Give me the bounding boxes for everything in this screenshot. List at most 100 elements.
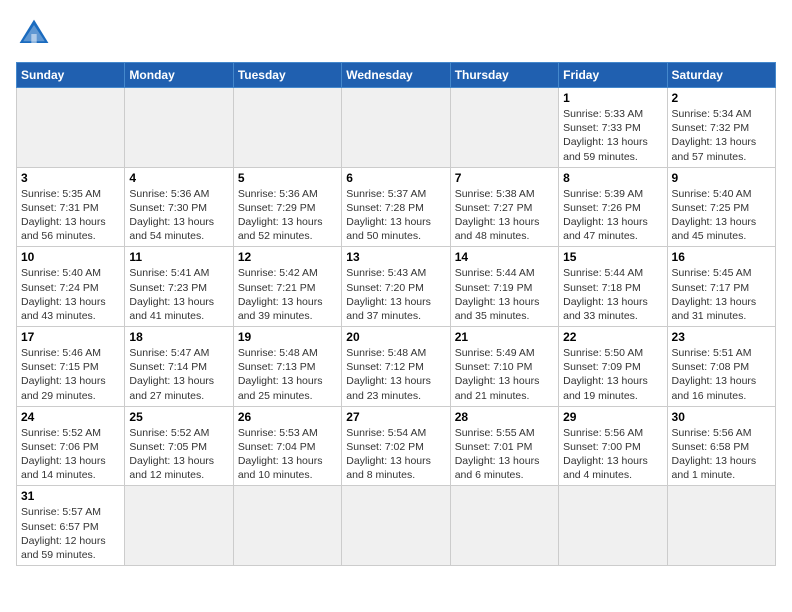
calendar-cell: 18 Sunrise: 5:47 AMSunset: 7:14 PMDayligh… (125, 327, 233, 407)
calendar-cell: 2 Sunrise: 5:34 AMSunset: 7:32 PMDaylight… (667, 88, 775, 168)
calendar-cell: 30 Sunrise: 5:56 AMSunset: 6:58 PMDayligh… (667, 406, 775, 486)
day-number: 17 (21, 330, 120, 344)
weekday-header-friday: Friday (559, 63, 667, 88)
calendar-cell (342, 88, 450, 168)
day-info: Sunrise: 5:55 AMSunset: 7:01 PMDaylight:… (455, 426, 554, 483)
calendar-week-3: 17 Sunrise: 5:46 AMSunset: 7:15 PMDayligh… (17, 327, 776, 407)
day-number: 18 (129, 330, 228, 344)
calendar-cell (233, 486, 341, 566)
day-number: 8 (563, 171, 662, 185)
day-info: Sunrise: 5:43 AMSunset: 7:20 PMDaylight:… (346, 266, 445, 323)
day-number: 20 (346, 330, 445, 344)
calendar-cell: 11 Sunrise: 5:41 AMSunset: 7:23 PMDayligh… (125, 247, 233, 327)
day-number: 14 (455, 250, 554, 264)
weekday-header-saturday: Saturday (667, 63, 775, 88)
day-number: 1 (563, 91, 662, 105)
calendar-cell: 8 Sunrise: 5:39 AMSunset: 7:26 PMDaylight… (559, 167, 667, 247)
day-info: Sunrise: 5:44 AMSunset: 7:18 PMDaylight:… (563, 266, 662, 323)
page: SundayMondayTuesdayWednesdayThursdayFrid… (0, 0, 792, 612)
day-info: Sunrise: 5:33 AMSunset: 7:33 PMDaylight:… (563, 107, 662, 164)
weekday-header-tuesday: Tuesday (233, 63, 341, 88)
day-number: 23 (672, 330, 771, 344)
calendar-cell: 23Sunrise: 5:51 AMSunset: 7:08 PMDayligh… (667, 327, 775, 407)
calendar-body: 1 Sunrise: 5:33 AMSunset: 7:33 PMDaylight… (17, 88, 776, 566)
day-info: Sunrise: 5:40 AMSunset: 7:24 PMDaylight:… (21, 266, 120, 323)
day-info: Sunrise: 5:38 AMSunset: 7:27 PMDaylight:… (455, 187, 554, 244)
calendar-cell: 15 Sunrise: 5:44 AMSunset: 7:18 PMDayligh… (559, 247, 667, 327)
header (16, 16, 776, 52)
day-info: Sunrise: 5:36 AMSunset: 7:29 PMDaylight:… (238, 187, 337, 244)
calendar-cell (559, 486, 667, 566)
day-number: 31 (21, 489, 120, 503)
weekday-header-thursday: Thursday (450, 63, 558, 88)
calendar-cell: 22Sunrise: 5:50 AMSunset: 7:09 PMDayligh… (559, 327, 667, 407)
calendar-week-5: 31Sunrise: 5:57 AMSunset: 6:57 PMDayligh… (17, 486, 776, 566)
day-info: Sunrise: 5:42 AMSunset: 7:21 PMDaylight:… (238, 266, 337, 323)
day-number: 19 (238, 330, 337, 344)
logo (16, 16, 58, 52)
day-number: 7 (455, 171, 554, 185)
calendar-cell (667, 486, 775, 566)
day-info: Sunrise: 5:47 AMSunset: 7:14 PMDaylight:… (129, 346, 228, 403)
day-info: Sunrise: 5:37 AMSunset: 7:28 PMDaylight:… (346, 187, 445, 244)
weekday-row: SundayMondayTuesdayWednesdayThursdayFrid… (17, 63, 776, 88)
day-number: 16 (672, 250, 771, 264)
day-info: Sunrise: 5:44 AMSunset: 7:19 PMDaylight:… (455, 266, 554, 323)
calendar-cell (233, 88, 341, 168)
day-number: 30 (672, 410, 771, 424)
day-info: Sunrise: 5:49 AMSunset: 7:10 PMDaylight:… (455, 346, 554, 403)
day-number: 21 (455, 330, 554, 344)
calendar-header: SundayMondayTuesdayWednesdayThursdayFrid… (17, 63, 776, 88)
day-number: 29 (563, 410, 662, 424)
day-number: 3 (21, 171, 120, 185)
day-info: Sunrise: 5:45 AMSunset: 7:17 PMDaylight:… (672, 266, 771, 323)
calendar-week-0: 1 Sunrise: 5:33 AMSunset: 7:33 PMDaylight… (17, 88, 776, 168)
day-number: 28 (455, 410, 554, 424)
day-info: Sunrise: 5:36 AMSunset: 7:30 PMDaylight:… (129, 187, 228, 244)
calendar-cell: 4 Sunrise: 5:36 AMSunset: 7:30 PMDaylight… (125, 167, 233, 247)
day-info: Sunrise: 5:52 AMSunset: 7:05 PMDaylight:… (129, 426, 228, 483)
day-number: 11 (129, 250, 228, 264)
day-number: 5 (238, 171, 337, 185)
day-info: Sunrise: 5:34 AMSunset: 7:32 PMDaylight:… (672, 107, 771, 164)
day-info: Sunrise: 5:41 AMSunset: 7:23 PMDaylight:… (129, 266, 228, 323)
calendar-cell (17, 88, 125, 168)
calendar-cell: 6Sunrise: 5:37 AMSunset: 7:28 PMDaylight… (342, 167, 450, 247)
calendar-table: SundayMondayTuesdayWednesdayThursdayFrid… (16, 62, 776, 566)
day-info: Sunrise: 5:52 AMSunset: 7:06 PMDaylight:… (21, 426, 120, 483)
day-number: 2 (672, 91, 771, 105)
day-number: 13 (346, 250, 445, 264)
calendar-cell: 26Sunrise: 5:53 AMSunset: 7:04 PMDayligh… (233, 406, 341, 486)
calendar-cell: 17 Sunrise: 5:46 AMSunset: 7:15 PMDayligh… (17, 327, 125, 407)
day-number: 27 (346, 410, 445, 424)
calendar-cell: 20 Sunrise: 5:48 AMSunset: 7:12 PMDayligh… (342, 327, 450, 407)
day-number: 25 (129, 410, 228, 424)
logo-icon (16, 16, 52, 52)
day-number: 4 (129, 171, 228, 185)
calendar-week-2: 10 Sunrise: 5:40 AMSunset: 7:24 PMDayligh… (17, 247, 776, 327)
calendar-cell: 21 Sunrise: 5:49 AMSunset: 7:10 PMDayligh… (450, 327, 558, 407)
calendar-cell: 28 Sunrise: 5:55 AMSunset: 7:01 PMDayligh… (450, 406, 558, 486)
calendar-cell: 5 Sunrise: 5:36 AMSunset: 7:29 PMDaylight… (233, 167, 341, 247)
calendar-cell: 27 Sunrise: 5:54 AMSunset: 7:02 PMDayligh… (342, 406, 450, 486)
day-info: Sunrise: 5:56 AMSunset: 6:58 PMDaylight:… (672, 426, 771, 483)
day-number: 15 (563, 250, 662, 264)
day-info: Sunrise: 5:48 AMSunset: 7:12 PMDaylight:… (346, 346, 445, 403)
calendar-week-4: 24Sunrise: 5:52 AMSunset: 7:06 PMDayligh… (17, 406, 776, 486)
calendar-cell: 10 Sunrise: 5:40 AMSunset: 7:24 PMDayligh… (17, 247, 125, 327)
calendar-cell: 1 Sunrise: 5:33 AMSunset: 7:33 PMDaylight… (559, 88, 667, 168)
calendar-cell: 7 Sunrise: 5:38 AMSunset: 7:27 PMDaylight… (450, 167, 558, 247)
day-number: 10 (21, 250, 120, 264)
calendar-cell: 19Sunrise: 5:48 AMSunset: 7:13 PMDayligh… (233, 327, 341, 407)
calendar-cell (450, 486, 558, 566)
day-info: Sunrise: 5:46 AMSunset: 7:15 PMDaylight:… (21, 346, 120, 403)
day-info: Sunrise: 5:40 AMSunset: 7:25 PMDaylight:… (672, 187, 771, 244)
day-info: Sunrise: 5:54 AMSunset: 7:02 PMDaylight:… (346, 426, 445, 483)
day-info: Sunrise: 5:39 AMSunset: 7:26 PMDaylight:… (563, 187, 662, 244)
calendar-cell: 14 Sunrise: 5:44 AMSunset: 7:19 PMDayligh… (450, 247, 558, 327)
day-number: 9 (672, 171, 771, 185)
calendar-cell: 12 Sunrise: 5:42 AMSunset: 7:21 PMDayligh… (233, 247, 341, 327)
day-number: 12 (238, 250, 337, 264)
calendar-cell (450, 88, 558, 168)
day-info: Sunrise: 5:56 AMSunset: 7:00 PMDaylight:… (563, 426, 662, 483)
